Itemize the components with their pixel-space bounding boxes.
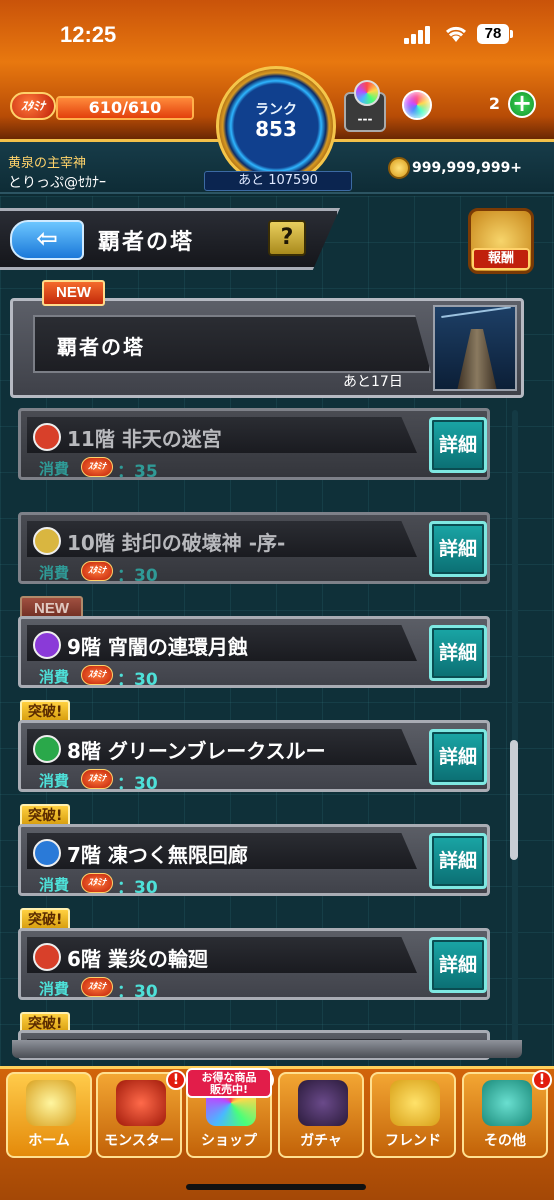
detail-button[interactable]: 詳細 [429, 833, 487, 889]
element-icon [33, 943, 61, 971]
stamina-cost: ：30 [117, 670, 158, 690]
stamina-value: 610/610 [88, 98, 162, 117]
featured-remaining-days: あと17日 [343, 374, 403, 390]
cost-label: 消費 [39, 564, 70, 582]
scrollbar-track[interactable] [512, 410, 518, 1050]
detail-button[interactable]: 詳細 [429, 417, 487, 473]
nav-label: モンスター [104, 1133, 174, 1149]
detail-button[interactable]: 詳細 [429, 521, 487, 577]
coin-icon [388, 157, 410, 179]
floor-name: 6階 業炎の輪廻 [67, 947, 208, 971]
new-badge: NEW [42, 280, 105, 306]
featured-event-card[interactable]: 覇者の塔 あと17日 [10, 298, 524, 398]
back-button[interactable]: ⇦ [10, 220, 84, 260]
gacha-character-icon [298, 1080, 348, 1126]
stamina-bar[interactable]: 610/610 [56, 96, 194, 120]
home-icon [26, 1080, 76, 1126]
page-title: 覇者の塔 [98, 230, 195, 255]
coin-count: 999,999,999+ [412, 160, 523, 176]
scrollbar-thumb[interactable] [510, 740, 518, 860]
player-name: とりっぷ@ｾｶﾅｰ [8, 175, 106, 191]
cost-label: 消費 [39, 876, 70, 894]
orb-icon [402, 90, 432, 120]
stamina-icon: ｽﾀﾐﾅ [81, 457, 113, 477]
stamina-cost: ：30 [117, 982, 158, 1002]
detail-button[interactable]: 詳細 [429, 729, 487, 785]
floor-name: 7階 凍つく無限回廊 [67, 843, 248, 867]
floor-row[interactable]: 11階 非天の迷宮消費 ｽﾀﾐﾅ ：35 詳細 [18, 408, 490, 482]
floor-name: 11階 非天の迷宮 [67, 427, 222, 451]
stamina-cost: ：30 [117, 774, 158, 794]
cost-label: 消費 [39, 980, 70, 998]
stamina-icon: ｽﾀﾐﾅ [81, 873, 113, 893]
stamina-cost: ：30 [117, 878, 158, 898]
stamina-cost: ：30 [117, 566, 158, 586]
element-icon [33, 631, 61, 659]
cellular-signal-icon [404, 26, 432, 44]
stamina-icon: ｽﾀﾐﾅ [81, 665, 113, 685]
rank-label: ランク [255, 102, 297, 118]
detail-button[interactable]: 詳細 [429, 937, 487, 993]
stamina-icon: ｽﾀﾐﾅ [10, 92, 56, 120]
featured-title: 覇者の塔 [57, 335, 145, 359]
element-icon [33, 423, 61, 451]
rank-badge[interactable]: ランク 853 [216, 66, 336, 186]
floor-row[interactable]: 10階 封印の破壊神 -序- 消費 ｽﾀﾐﾅ ：30 詳細 [18, 512, 490, 586]
buy-orb-button[interactable]: + [508, 90, 536, 118]
status-bar: 12:25 78 [0, 0, 554, 62]
nav-label: ショップ [201, 1133, 257, 1149]
monster-icon [116, 1080, 166, 1126]
stamina-icon: ｽﾀﾐﾅ [81, 769, 113, 789]
cost-label: 消費 [39, 772, 70, 790]
friend-slot-icon[interactable]: --- [344, 80, 386, 132]
floor-row[interactable]: 9階 宵闇の連環月蝕消費 ｽﾀﾐﾅ ：30 詳細 [18, 616, 490, 690]
clock: 12:25 [60, 22, 117, 47]
tower-thumbnail [433, 305, 517, 391]
nav-label: フレンド [385, 1133, 441, 1149]
floor-name: 8階 グリーンブレークスルー [67, 739, 326, 763]
friend-slot-value: --- [357, 112, 373, 126]
nav-label: その他 [484, 1133, 526, 1149]
nav-label: ガチャ [300, 1133, 342, 1149]
home-indicator [186, 1184, 366, 1190]
floor-row[interactable]: 6階 業炎の輪廻消費 ｽﾀﾐﾅ ：30 詳細 [18, 928, 490, 1002]
floor-name: 10階 封印の破壊神 -序- [67, 531, 286, 555]
cost-label: 消費 [39, 460, 70, 478]
element-icon [33, 735, 61, 763]
help-button[interactable]: ? [268, 220, 306, 256]
stamina-icon: ｽﾀﾐﾅ [81, 977, 113, 997]
list-frame [12, 1040, 522, 1058]
element-icon [33, 527, 61, 555]
stamina-icon: ｽﾀﾐﾅ [81, 561, 113, 581]
other-icon [482, 1080, 532, 1126]
detail-button[interactable]: 詳細 [429, 625, 487, 681]
floor-name: 9階 宵闇の連環月蝕 [67, 635, 248, 659]
rank-exp-remaining: あと 107590 [204, 171, 352, 191]
floor-row[interactable]: 7階 凍つく無限回廊消費 ｽﾀﾐﾅ ：30 詳細 [18, 824, 490, 898]
nav-label: ホーム [28, 1133, 70, 1149]
reward-button[interactable]: 報酬 [472, 248, 530, 270]
floor-row[interactable]: 8階 グリーンブレークスルー消費 ｽﾀﾐﾅ ：30 詳細 [18, 720, 490, 794]
element-icon [33, 839, 61, 867]
nav-item-home[interactable]: ホーム [6, 1072, 92, 1158]
alert-badge: ! [166, 1070, 186, 1090]
rank-value: 853 [255, 117, 297, 141]
alert-badge: ! [532, 1070, 552, 1090]
cost-label: 消費 [39, 668, 70, 686]
stamina-cost: ：35 [117, 462, 158, 482]
friend-icon [390, 1080, 440, 1126]
nav-item-friend[interactable]: フレンド [370, 1072, 456, 1158]
battery-icon: 78 [477, 24, 513, 44]
nav-item-gacha[interactable]: ガチャ [278, 1072, 364, 1158]
wifi-icon [445, 26, 467, 42]
player-title: 黄泉の主宰神 [8, 156, 87, 171]
shop-deal-badge: お得な商品 販売中! [186, 1068, 272, 1098]
orb-count: 2 [488, 94, 500, 113]
